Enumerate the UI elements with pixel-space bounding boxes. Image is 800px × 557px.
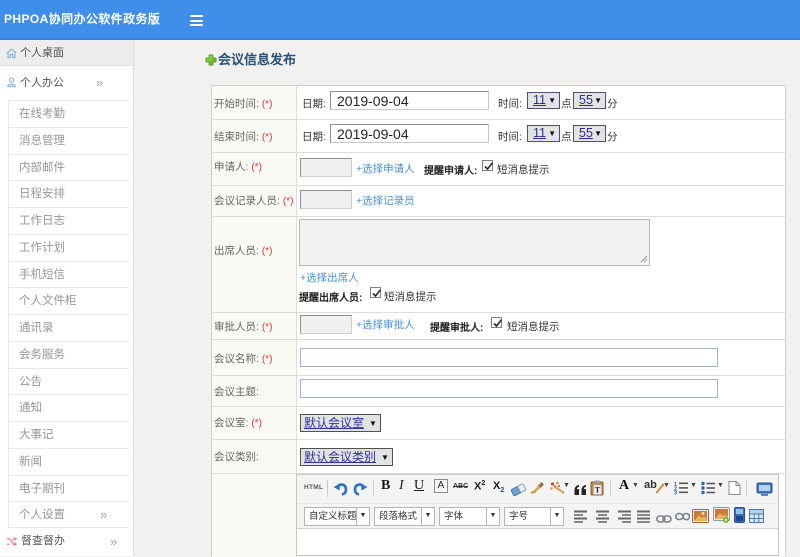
svg-text:3: 3 [674,491,677,497]
svg-text:T: T [595,485,601,495]
